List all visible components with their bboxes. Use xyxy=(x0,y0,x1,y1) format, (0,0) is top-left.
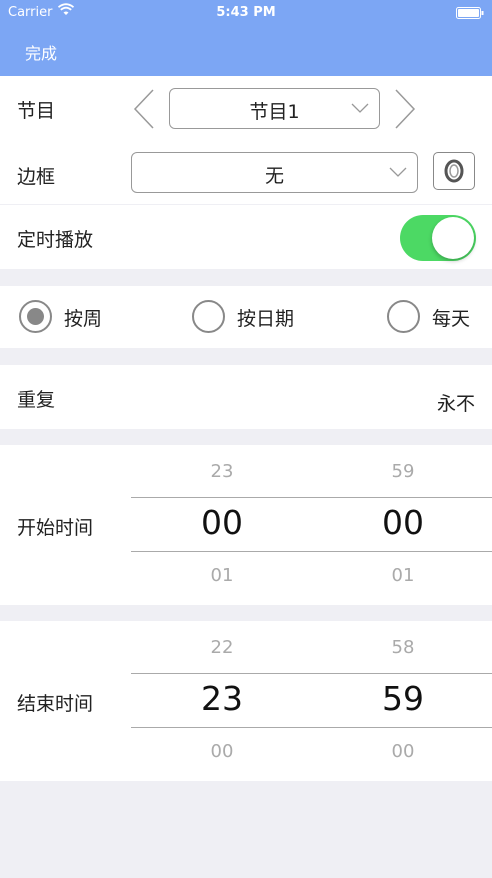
start-hour-picker[interactable]: 23 00 01 xyxy=(162,445,282,605)
picker-next-value: 01 xyxy=(210,565,234,586)
border-label: 边框 xyxy=(17,166,56,188)
picker-prev-value: 22 xyxy=(210,637,234,658)
picker-prev-value: 23 xyxy=(210,461,234,482)
start-time-label: 开始时间 xyxy=(17,517,94,539)
end-minute-picker[interactable]: 58 59 00 xyxy=(343,621,463,781)
radio-by-date[interactable]: 按日期 xyxy=(192,300,312,334)
program-value: 节目1 xyxy=(249,101,300,123)
border-preview-button[interactable] xyxy=(433,152,475,190)
clock: 5:43 PM xyxy=(216,5,276,20)
end-hour-picker[interactable]: 22 23 00 xyxy=(162,621,282,781)
program-row: 节目 节目1 xyxy=(0,76,492,140)
program-select[interactable]: 节目1 xyxy=(169,88,380,129)
radio-daily[interactable]: 每天 xyxy=(387,300,487,334)
picker-selected-value: 59 xyxy=(382,679,424,718)
radio-selected-dot xyxy=(27,308,44,325)
done-button[interactable]: 完成 xyxy=(25,40,57,64)
radio-weekly[interactable]: 按周 xyxy=(19,300,119,334)
chevron-down-icon xyxy=(351,103,369,113)
start-minute-picker[interactable]: 59 00 01 xyxy=(343,445,463,605)
status-bar: Carrier 5:43 PM xyxy=(0,0,492,26)
chevron-right-icon[interactable] xyxy=(394,89,416,129)
picker-next-value: 01 xyxy=(391,565,415,586)
radio-weekly-label: 按周 xyxy=(64,308,103,330)
end-time-section: 结束时间 22 23 00 58 59 00 xyxy=(0,621,492,781)
picker-selected-value: 00 xyxy=(201,503,243,542)
picker-selected-value: 00 xyxy=(382,503,424,542)
timer-play-toggle[interactable] xyxy=(400,215,476,261)
picker-prev-value: 59 xyxy=(391,461,415,482)
repeat-label: 重复 xyxy=(17,389,56,411)
timer-play-row: 定时播放 xyxy=(0,205,492,269)
navigation-bar: 完成 xyxy=(0,26,492,76)
battery-icon xyxy=(456,7,484,19)
mode-row: 按周 按日期 每天 xyxy=(0,286,492,348)
toggle-knob xyxy=(432,217,474,259)
start-time-section: 开始时间 23 00 01 59 00 01 xyxy=(0,445,492,605)
border-ring-icon xyxy=(444,159,464,183)
radio-by-date-label: 按日期 xyxy=(237,308,295,330)
end-time-label: 结束时间 xyxy=(17,693,94,715)
border-row: 边框 无 xyxy=(0,140,492,204)
border-select[interactable]: 无 xyxy=(131,152,418,193)
timer-play-label: 定时播放 xyxy=(17,229,94,251)
chevron-left-icon[interactable] xyxy=(133,89,155,129)
chevron-down-icon xyxy=(389,167,407,177)
picker-selected-value: 23 xyxy=(201,679,243,718)
picker-next-value: 00 xyxy=(391,741,415,762)
radio-circle xyxy=(192,300,225,333)
picker-next-value: 00 xyxy=(210,741,234,762)
border-value: 无 xyxy=(264,165,284,187)
repeat-value: 永不 xyxy=(436,393,475,415)
radio-daily-label: 每天 xyxy=(432,308,471,330)
program-label: 节目 xyxy=(17,100,56,122)
radio-circle xyxy=(387,300,420,333)
picker-prev-value: 58 xyxy=(391,637,415,658)
repeat-row[interactable]: 重复 永不 xyxy=(0,365,492,429)
